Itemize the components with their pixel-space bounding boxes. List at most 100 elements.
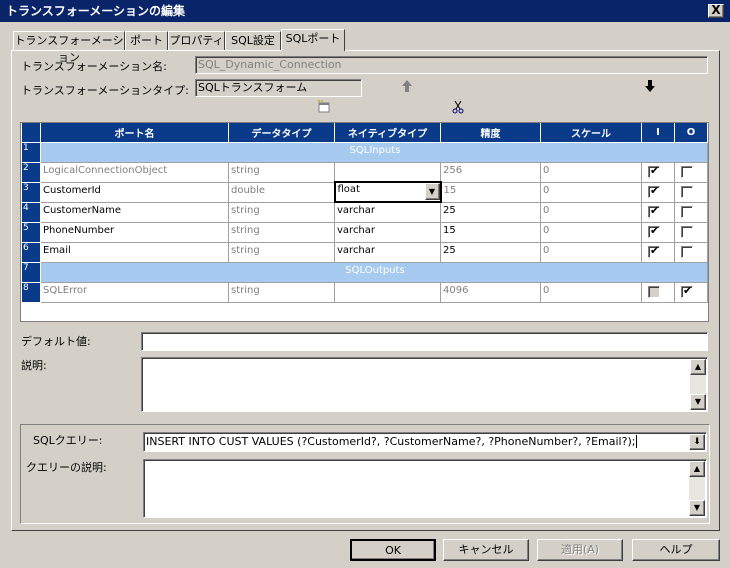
native-type-cell[interactable]: varchar	[334, 241, 441, 263]
default-value-input[interactable]	[141, 332, 708, 351]
precision-cell[interactable]: 256	[440, 161, 541, 183]
new-port-icon[interactable]	[317, 100, 331, 114]
input-checkbox[interactable]: ✔	[648, 164, 660, 178]
port-name-cell[interactable]: PhoneNumber	[40, 221, 229, 243]
tab-ports[interactable]: ポート	[125, 31, 168, 50]
port-name-cell[interactable]: SQLError	[40, 281, 229, 303]
cancel-button[interactable]: キャンセル	[443, 539, 529, 561]
port-name-cell[interactable]: CustomerId	[40, 181, 229, 203]
port-name-cell[interactable]: LogicalConnectionObject	[40, 161, 229, 183]
move-down-icon[interactable]	[644, 79, 656, 93]
output-cell: ✔	[674, 281, 708, 303]
output-cell	[674, 161, 708, 183]
output-checkbox[interactable]	[681, 205, 693, 218]
port-name-cell[interactable]: CustomerName	[40, 201, 229, 223]
native-type-cell[interactable]: varchar	[334, 221, 441, 243]
scroll-down-icon[interactable]: ▼	[690, 394, 706, 410]
input-checkbox[interactable]: ✔	[648, 224, 660, 238]
output-cell	[674, 241, 708, 263]
table-row-section-outputs[interactable]: 7 SQLOutputs	[21, 261, 708, 283]
col-header-output[interactable]: O	[674, 123, 708, 143]
input-cell: ✔	[641, 161, 675, 183]
scale-cell[interactable]: 0	[540, 281, 642, 303]
output-cell	[674, 221, 708, 243]
sql-query-input[interactable]: INSERT INTO CUST VALUES (?CustomerId?, ?…	[143, 432, 707, 452]
output-checkbox[interactable]	[681, 165, 693, 178]
close-icon: X	[711, 3, 721, 17]
row-number[interactable]: 7	[21, 261, 41, 283]
output-checkbox[interactable]: ✔	[681, 284, 693, 298]
row-number[interactable]: 1	[21, 141, 41, 163]
output-cell	[674, 201, 708, 223]
description-scrollbar[interactable]: ▲ ▼	[690, 359, 706, 410]
table-row[interactable]: 4 CustomerName string varchar 25 0 ✔	[21, 201, 708, 223]
sql-editor-button[interactable]: ⬇	[689, 434, 705, 450]
help-button[interactable]: ヘルプ	[632, 539, 720, 561]
query-description-textarea[interactable]: ▲ ▼	[143, 459, 707, 518]
datatype-cell[interactable]: string	[228, 161, 335, 183]
precision-cell[interactable]: 15	[440, 181, 541, 203]
scale-cell[interactable]: 0	[540, 181, 642, 203]
native-type-dropdown[interactable]: float ▼	[333, 181, 442, 203]
table-row[interactable]: 3 CustomerId double float ▼ 15 0 ✔	[21, 181, 708, 203]
tab-properties[interactable]: プロパティ	[168, 31, 225, 50]
table-row[interactable]: 8 SQLError string 4096 0 ✔	[21, 281, 708, 303]
datatype-cell[interactable]: double	[228, 181, 335, 203]
datatype-cell[interactable]: string	[228, 281, 335, 303]
scale-cell[interactable]: 0	[540, 201, 642, 223]
native-type-cell[interactable]: varchar	[334, 201, 441, 223]
tab-sql-settings[interactable]: SQL設定	[225, 31, 281, 50]
precision-cell[interactable]: 25	[440, 201, 541, 223]
col-header-datatype[interactable]: データタイプ	[228, 123, 335, 143]
close-button[interactable]: X	[708, 4, 724, 18]
input-checkbox[interactable]: ✔	[648, 244, 660, 258]
input-checkbox[interactable]: ✔	[648, 184, 660, 198]
chevron-down-icon[interactable]: ▼	[424, 184, 439, 200]
precision-cell[interactable]: 15	[440, 221, 541, 243]
native-type-cell[interactable]	[334, 161, 441, 183]
scroll-up-icon[interactable]: ▲	[690, 359, 706, 375]
input-checkbox[interactable]: ✔	[648, 204, 660, 218]
datatype-cell[interactable]: string	[228, 201, 335, 223]
move-up-icon[interactable]	[401, 79, 413, 93]
scroll-up-icon[interactable]: ▲	[689, 461, 705, 477]
transformation-name-field[interactable]: SQL_Dynamic_Connection	[195, 56, 708, 74]
query-description-scrollbar[interactable]: ▲ ▼	[689, 461, 705, 516]
row-number[interactable]: 2	[21, 161, 41, 183]
scale-cell[interactable]: 0	[540, 221, 642, 243]
query-description-label: クエリーの説明:	[26, 461, 107, 474]
datatype-cell[interactable]: string	[228, 241, 335, 263]
row-number[interactable]: 8	[21, 281, 41, 303]
table-row[interactable]: 2 LogicalConnectionObject string 256 0 ✔	[21, 161, 708, 183]
precision-cell[interactable]: 4096	[440, 281, 541, 303]
precision-cell[interactable]: 25	[440, 241, 541, 263]
col-header-port-name[interactable]: ポート名	[40, 123, 229, 143]
table-row[interactable]: 5 PhoneNumber string varchar 15 0 ✔	[21, 221, 708, 243]
output-checkbox[interactable]	[681, 225, 693, 238]
tab-sql-ports[interactable]: SQLポート	[281, 29, 345, 51]
cut-icon[interactable]	[452, 100, 464, 114]
port-name-cell[interactable]: Email	[40, 241, 229, 263]
tab-transformation[interactable]: トランスフォーメーション	[13, 31, 125, 64]
row-number[interactable]: 4	[21, 201, 41, 223]
ok-button[interactable]: OK	[350, 539, 436, 561]
datatype-cell[interactable]: string	[228, 221, 335, 243]
col-header-precision[interactable]: 精度	[440, 123, 541, 143]
scale-cell[interactable]: 0	[540, 161, 642, 183]
col-header-native-type[interactable]: ネイティブタイプ	[334, 123, 441, 143]
scroll-down-icon[interactable]: ▼	[689, 500, 705, 516]
ports-grid: ポート名 データタイプ ネイティブタイプ 精度 スケール I O 1 SQLInp…	[20, 122, 709, 322]
output-checkbox[interactable]	[681, 245, 693, 258]
row-number[interactable]: 5	[21, 221, 41, 243]
row-number[interactable]: 3	[21, 181, 41, 203]
output-checkbox[interactable]	[681, 185, 693, 198]
description-textarea[interactable]: ▲ ▼	[141, 357, 708, 412]
native-type-cell[interactable]	[334, 281, 441, 303]
table-row-section-inputs[interactable]: 1 SQLInputs	[21, 141, 708, 163]
col-header-scale[interactable]: スケール	[540, 123, 642, 143]
row-number[interactable]: 6	[21, 241, 41, 263]
table-row[interactable]: 6 Email string varchar 25 0 ✔	[21, 241, 708, 263]
col-header-input[interactable]: I	[641, 123, 675, 143]
transformation-type-field: SQLトランスフォーム	[195, 79, 362, 97]
scale-cell[interactable]: 0	[540, 241, 642, 263]
